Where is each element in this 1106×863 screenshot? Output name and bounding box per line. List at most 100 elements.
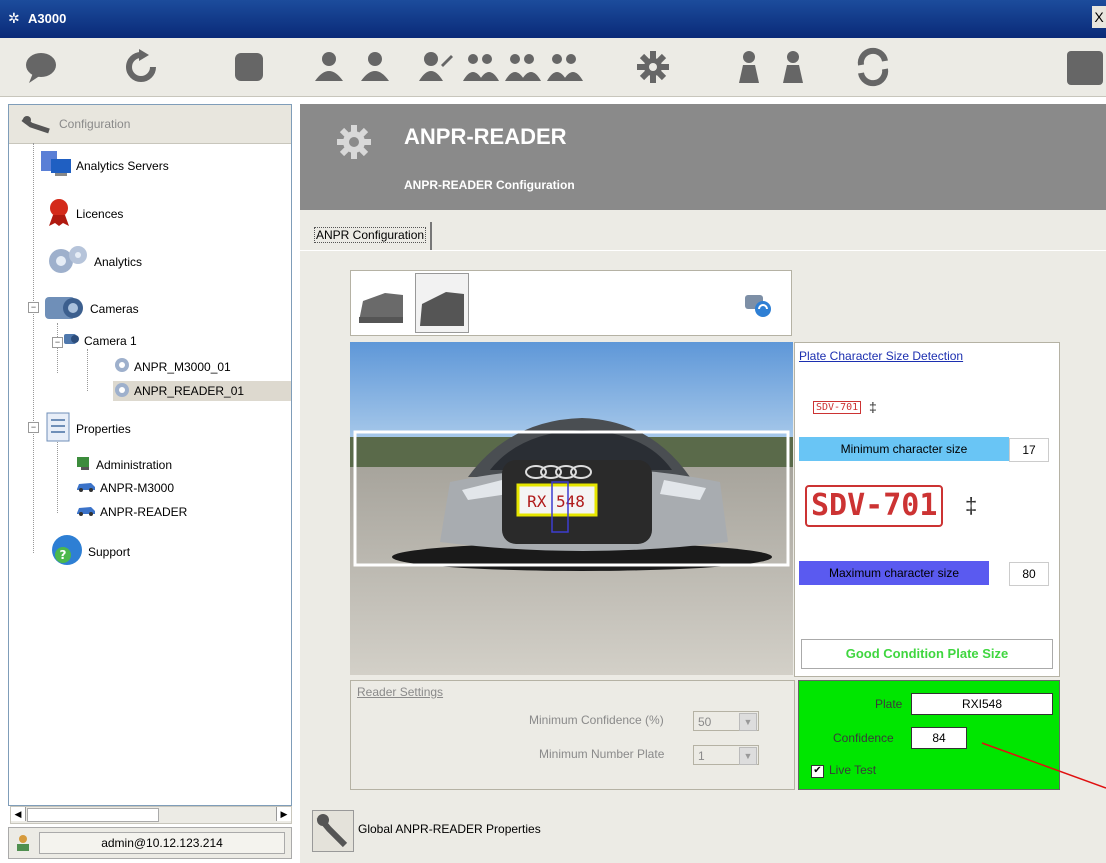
tree-item-label: Cameras bbox=[90, 301, 139, 316]
tab-separator bbox=[300, 250, 1106, 251]
tree-item-label: Camera 1 bbox=[84, 333, 137, 348]
admin-icon bbox=[75, 455, 93, 474]
reader-settings-title: Reader Settings bbox=[357, 685, 444, 699]
large-size-marker-icon: ‡ bbox=[965, 493, 978, 518]
large-plate-sample: SDV-701 bbox=[805, 485, 944, 527]
minimum-size-value[interactable]: 17 bbox=[1009, 438, 1049, 462]
global-properties-label: Global ANPR-READER Properties bbox=[358, 822, 541, 836]
app-gear-icon: ✲ bbox=[8, 10, 20, 26]
video-plate-text: RX 548 bbox=[527, 492, 585, 511]
gear-small-icon bbox=[113, 382, 131, 401]
camera-video-frame[interactable]: RX 548 bbox=[350, 342, 793, 675]
maximum-size-value[interactable]: 80 bbox=[1009, 562, 1049, 586]
min-confidence-select[interactable]: 50 ▼ bbox=[693, 711, 759, 731]
user-add-icon[interactable] bbox=[306, 44, 352, 90]
plate-size-detection-link[interactable]: Plate Character Size Detection bbox=[799, 349, 963, 363]
page-header: ANPR-READER ANPR-READER Configuration bbox=[300, 104, 1106, 210]
global-properties-button[interactable] bbox=[312, 810, 354, 852]
tree-item-label: Analytics Servers bbox=[76, 158, 169, 173]
car-image: RX 548 bbox=[350, 342, 793, 675]
min-number-plate-label: Minimum Number Plate bbox=[539, 747, 665, 761]
tree-item-cameras[interactable]: Cameras bbox=[43, 291, 139, 326]
tree-item-label: Licences bbox=[76, 206, 124, 221]
main-toolbar bbox=[0, 38, 1106, 97]
group-edit-icon[interactable] bbox=[542, 44, 588, 90]
plate-condition-status: Good Condition Plate Size bbox=[801, 639, 1053, 669]
gears-icon bbox=[45, 243, 91, 280]
svg-text:?: ? bbox=[60, 548, 67, 562]
status-bar: admin@10.12.123.214 bbox=[8, 827, 292, 859]
tree-item-anpr-reader[interactable]: ANPR-READER bbox=[75, 503, 187, 520]
navigation-tree: Configuration − − − Analytics Servers Li… bbox=[8, 104, 292, 806]
min-number-plate-value: 1 bbox=[698, 749, 705, 763]
tree-header[interactable]: Configuration bbox=[9, 105, 291, 144]
confidence-result-label: Confidence bbox=[833, 731, 894, 745]
camera-toolbar bbox=[350, 270, 792, 336]
global-properties-bar: Global ANPR-READER Properties bbox=[300, 806, 1106, 860]
user-icon bbox=[15, 834, 31, 855]
tree-item-label: ANPR-M3000 bbox=[100, 480, 175, 495]
car-front-icon[interactable] bbox=[415, 273, 469, 333]
tree-connector bbox=[57, 439, 58, 513]
confidence-result-field[interactable]: 84 bbox=[911, 727, 967, 749]
tree-item-label: Support bbox=[88, 544, 131, 559]
tree-item-anpr-reader-01[interactable]: ANPR_READER_01 bbox=[113, 381, 291, 401]
min-confidence-value: 50 bbox=[698, 715, 712, 729]
plate-size-detection-panel: Plate Character Size Detection SDV-701 ‡… bbox=[794, 342, 1060, 677]
stop-icon[interactable] bbox=[226, 44, 272, 90]
scroll-left-arrow[interactable]: ◀ bbox=[11, 807, 26, 821]
live-test-checkbox[interactable]: ✔ bbox=[811, 765, 824, 778]
minimum-size-label: Minimum character size bbox=[840, 442, 968, 456]
document-icon[interactable] bbox=[1060, 44, 1106, 90]
person-alt-icon[interactable] bbox=[770, 44, 816, 90]
plate-result-field[interactable]: RXI548 bbox=[911, 693, 1053, 715]
gear-icon[interactable] bbox=[630, 44, 676, 90]
gear-small-icon bbox=[113, 357, 131, 376]
user-edit-icon[interactable] bbox=[412, 44, 458, 90]
help-icon: ? bbox=[49, 533, 85, 570]
person-icon[interactable] bbox=[726, 44, 772, 90]
logged-user: admin@10.12.123.214 bbox=[39, 832, 285, 854]
car-icon bbox=[75, 479, 97, 496]
tree-item-licences[interactable]: Licences bbox=[45, 197, 123, 230]
group-icon[interactable] bbox=[458, 44, 504, 90]
user-remove-icon[interactable] bbox=[352, 44, 398, 90]
tab-anpr-configuration[interactable]: ANPR Configuration bbox=[310, 222, 433, 250]
properties-expander[interactable]: − bbox=[28, 422, 39, 433]
camera1-expander[interactable]: − bbox=[52, 337, 63, 348]
tree-connector bbox=[87, 349, 88, 391]
tree-item-support[interactable]: ? Support bbox=[49, 533, 130, 570]
chevron-down-icon[interactable]: ▼ bbox=[739, 747, 757, 765]
tree-item-label: ANPR-READER bbox=[100, 504, 188, 519]
car-icon bbox=[75, 503, 97, 520]
live-test-result-panel: Plate RXI548 Confidence 84 ✔ Live Test bbox=[798, 680, 1060, 790]
tree-item-properties[interactable]: Properties bbox=[45, 411, 131, 446]
tree-item-camera-1[interactable]: Camera 1 bbox=[63, 331, 137, 350]
close-button[interactable]: X bbox=[1092, 6, 1106, 28]
wrench-icon bbox=[316, 814, 348, 848]
scroll-right-arrow[interactable]: ▶ bbox=[276, 807, 291, 821]
refresh-icon[interactable] bbox=[118, 44, 164, 90]
tab-label: ANPR Configuration bbox=[314, 227, 427, 243]
minimum-size-bar: Minimum character size bbox=[799, 437, 1009, 461]
scroll-thumb[interactable] bbox=[27, 808, 159, 822]
tree-item-label: ANPR_READER_01 bbox=[134, 384, 245, 398]
window-title: A3000 bbox=[28, 11, 67, 26]
group-add-icon[interactable] bbox=[500, 44, 546, 90]
ribbon-icon bbox=[45, 197, 73, 230]
tree-item-analytics[interactable]: Analytics bbox=[45, 243, 142, 280]
tree-item-administration[interactable]: Administration bbox=[75, 455, 172, 474]
cameras-expander[interactable]: − bbox=[28, 302, 39, 313]
chat-icon[interactable] bbox=[18, 44, 64, 90]
tree-item-anpr-m3000-01[interactable]: ANPR_M3000_01 bbox=[113, 357, 231, 376]
swap-camera-icon[interactable] bbox=[743, 289, 773, 322]
sync-icon[interactable] bbox=[850, 44, 896, 90]
chevron-down-icon[interactable]: ▼ bbox=[739, 713, 757, 731]
min-number-plate-select[interactable]: 1 ▼ bbox=[693, 745, 759, 765]
tree-header-label: Configuration bbox=[59, 117, 131, 131]
car-side-icon[interactable] bbox=[355, 285, 407, 327]
tree-horizontal-scrollbar[interactable]: ◀ ▶ bbox=[10, 806, 292, 824]
tree-item-anpr-m3000[interactable]: ANPR-M3000 bbox=[75, 479, 174, 496]
tree-item-analytics-servers[interactable]: Analytics Servers bbox=[39, 149, 169, 182]
min-confidence-label: Minimum Confidence (%) bbox=[529, 713, 664, 727]
